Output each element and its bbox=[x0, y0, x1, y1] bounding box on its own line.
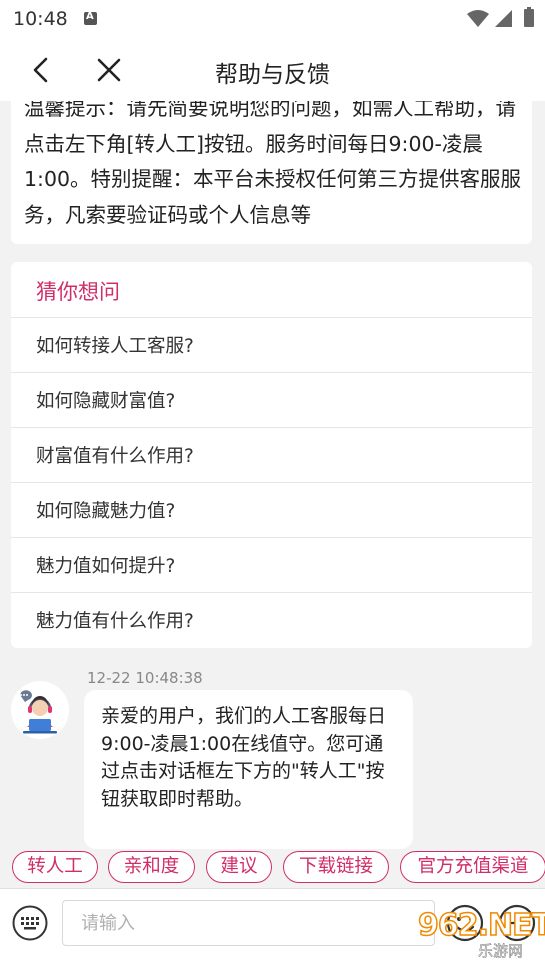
faq-item-label: 如何转接人工客服? bbox=[36, 336, 194, 357]
nav-bar: 帮助与反馈 bbox=[0, 38, 545, 101]
watermark-logo: 962.NET 乐游网 bbox=[417, 906, 545, 962]
agent-avatar-icon bbox=[11, 681, 69, 739]
faq-item[interactable]: 魅力值如何提升? bbox=[11, 538, 532, 593]
signal-icon bbox=[495, 10, 512, 27]
chip-affinity[interactable]: 亲和度 bbox=[108, 851, 195, 883]
faq-title: 猜你想问 bbox=[36, 280, 120, 304]
keyboard-icon[interactable] bbox=[12, 905, 48, 941]
faq-item[interactable]: 魅力值有什么作用? bbox=[11, 593, 532, 648]
message-input[interactable] bbox=[62, 900, 435, 946]
chip-transfer-agent[interactable]: 转人工 bbox=[12, 851, 98, 883]
faq-item[interactable]: 如何转接人工客服? bbox=[11, 318, 532, 373]
quick-action-bar: 转人工 亲和度 建议 下载链接 官方充值渠道 bbox=[0, 851, 545, 885]
notice-text: 温馨提示：请先简要说明您的问题，如需人工帮助，请点击左下角[转人工]按钮。服务时… bbox=[24, 101, 522, 227]
agent-avatar bbox=[11, 681, 69, 739]
watermark-subtext: 乐游网 bbox=[478, 942, 524, 961]
notice-card: 温馨提示：请先简要说明您的问题，如需人工帮助，请点击左下角[转人工]按钮。服务时… bbox=[11, 101, 532, 244]
wifi-icon bbox=[467, 10, 489, 27]
faq-card: 猜你想问 如何转接人工客服? 如何隐藏财富值? 财富值有什么作用? 如何隐藏魅力… bbox=[11, 262, 532, 648]
faq-item[interactable]: 如何隐藏财富值? bbox=[11, 373, 532, 428]
faq-item-label: 如何隐藏财富值? bbox=[36, 391, 176, 412]
chip-download-link[interactable]: 下载链接 bbox=[283, 851, 389, 883]
faq-item-label: 如何隐藏魅力值? bbox=[36, 501, 176, 522]
a-icon: A bbox=[84, 11, 97, 25]
faq-item-label: 财富值有什么作用? bbox=[36, 446, 194, 467]
chat-message: 亲爱的用户，我们的人工客服每日9:00-凌晨1:00在线值守。您可通过点击对话框… bbox=[101, 705, 387, 810]
chip-official-recharge[interactable]: 官方充值渠道 bbox=[400, 851, 545, 883]
chat-bubble: 亲爱的用户，我们的人工客服每日9:00-凌晨1:00在线值守。您可通过点击对话框… bbox=[84, 690, 413, 849]
battery-icon bbox=[524, 7, 534, 27]
faq-item[interactable]: 如何隐藏魅力值? bbox=[11, 483, 532, 538]
chat-timestamp: 12-22 10:48:38 bbox=[87, 669, 203, 687]
faq-item[interactable]: 财富值有什么作用? bbox=[11, 428, 532, 483]
faq-item-label: 魅力值有什么作用? bbox=[36, 611, 194, 632]
page-title: 帮助与反馈 bbox=[215, 62, 330, 88]
watermark-text: 962.NET bbox=[417, 907, 545, 944]
status-bar: 10:48 A bbox=[0, 0, 545, 38]
faq-header: 猜你想问 bbox=[11, 262, 532, 318]
chip-suggestion[interactable]: 建议 bbox=[206, 851, 272, 883]
faq-item-label: 魅力值如何提升? bbox=[36, 556, 176, 577]
status-time: 10:48 bbox=[13, 8, 68, 30]
